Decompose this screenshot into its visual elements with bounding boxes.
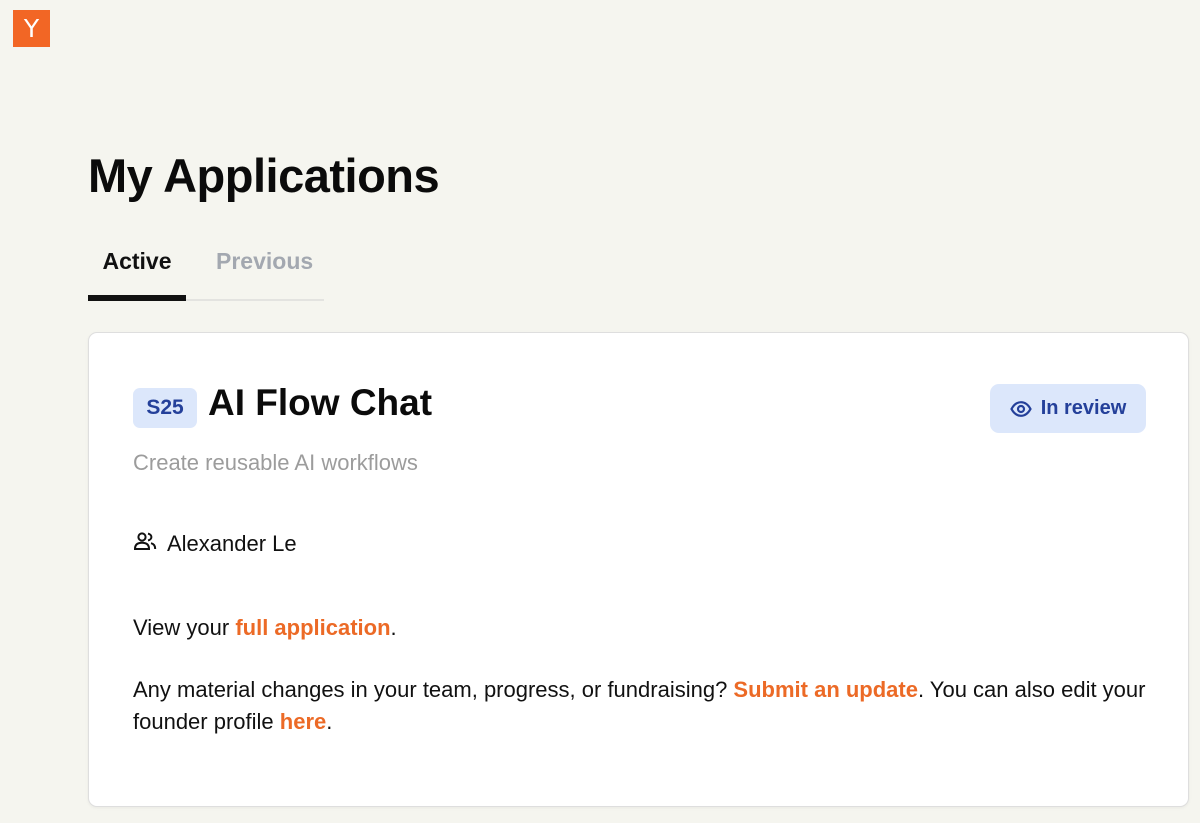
view-application-text: View your full application. bbox=[133, 612, 397, 644]
tab-previous[interactable]: Previous bbox=[216, 248, 313, 275]
company-tagline: Create reusable AI workflows bbox=[133, 450, 418, 475]
edit-profile-link[interactable]: here bbox=[280, 709, 326, 734]
page-title: My Applications bbox=[88, 149, 440, 202]
update-text: Any material changes in your team, progr… bbox=[133, 674, 1153, 738]
founder-name: Alexander Le bbox=[167, 531, 297, 556]
batch-badge: S25 bbox=[133, 388, 197, 428]
logo-letter: Y bbox=[23, 14, 40, 43]
update-prefix: Any material changes in your team, progr… bbox=[133, 677, 734, 702]
view-suffix: . bbox=[390, 615, 397, 640]
full-application-link[interactable]: full application bbox=[235, 615, 390, 640]
eye-icon bbox=[1009, 400, 1032, 417]
status-label: In review bbox=[1040, 397, 1127, 419]
application-tabs: Active Previous bbox=[88, 240, 324, 301]
tab-active[interactable]: Active bbox=[88, 248, 186, 275]
founders-row: Alexander Le bbox=[133, 531, 297, 557]
active-tab-indicator bbox=[88, 295, 186, 301]
view-prefix: View your bbox=[133, 615, 236, 640]
submit-update-link[interactable]: Submit an update bbox=[733, 677, 918, 702]
yc-logo[interactable]: Y bbox=[13, 10, 50, 47]
application-card: S25 AI Flow Chat In review Create reusab… bbox=[88, 332, 1189, 807]
update-suffix: . bbox=[326, 709, 333, 734]
people-icon bbox=[133, 531, 157, 557]
company-name: AI Flow Chat bbox=[208, 382, 433, 423]
status-badge[interactable]: In review bbox=[990, 384, 1146, 433]
